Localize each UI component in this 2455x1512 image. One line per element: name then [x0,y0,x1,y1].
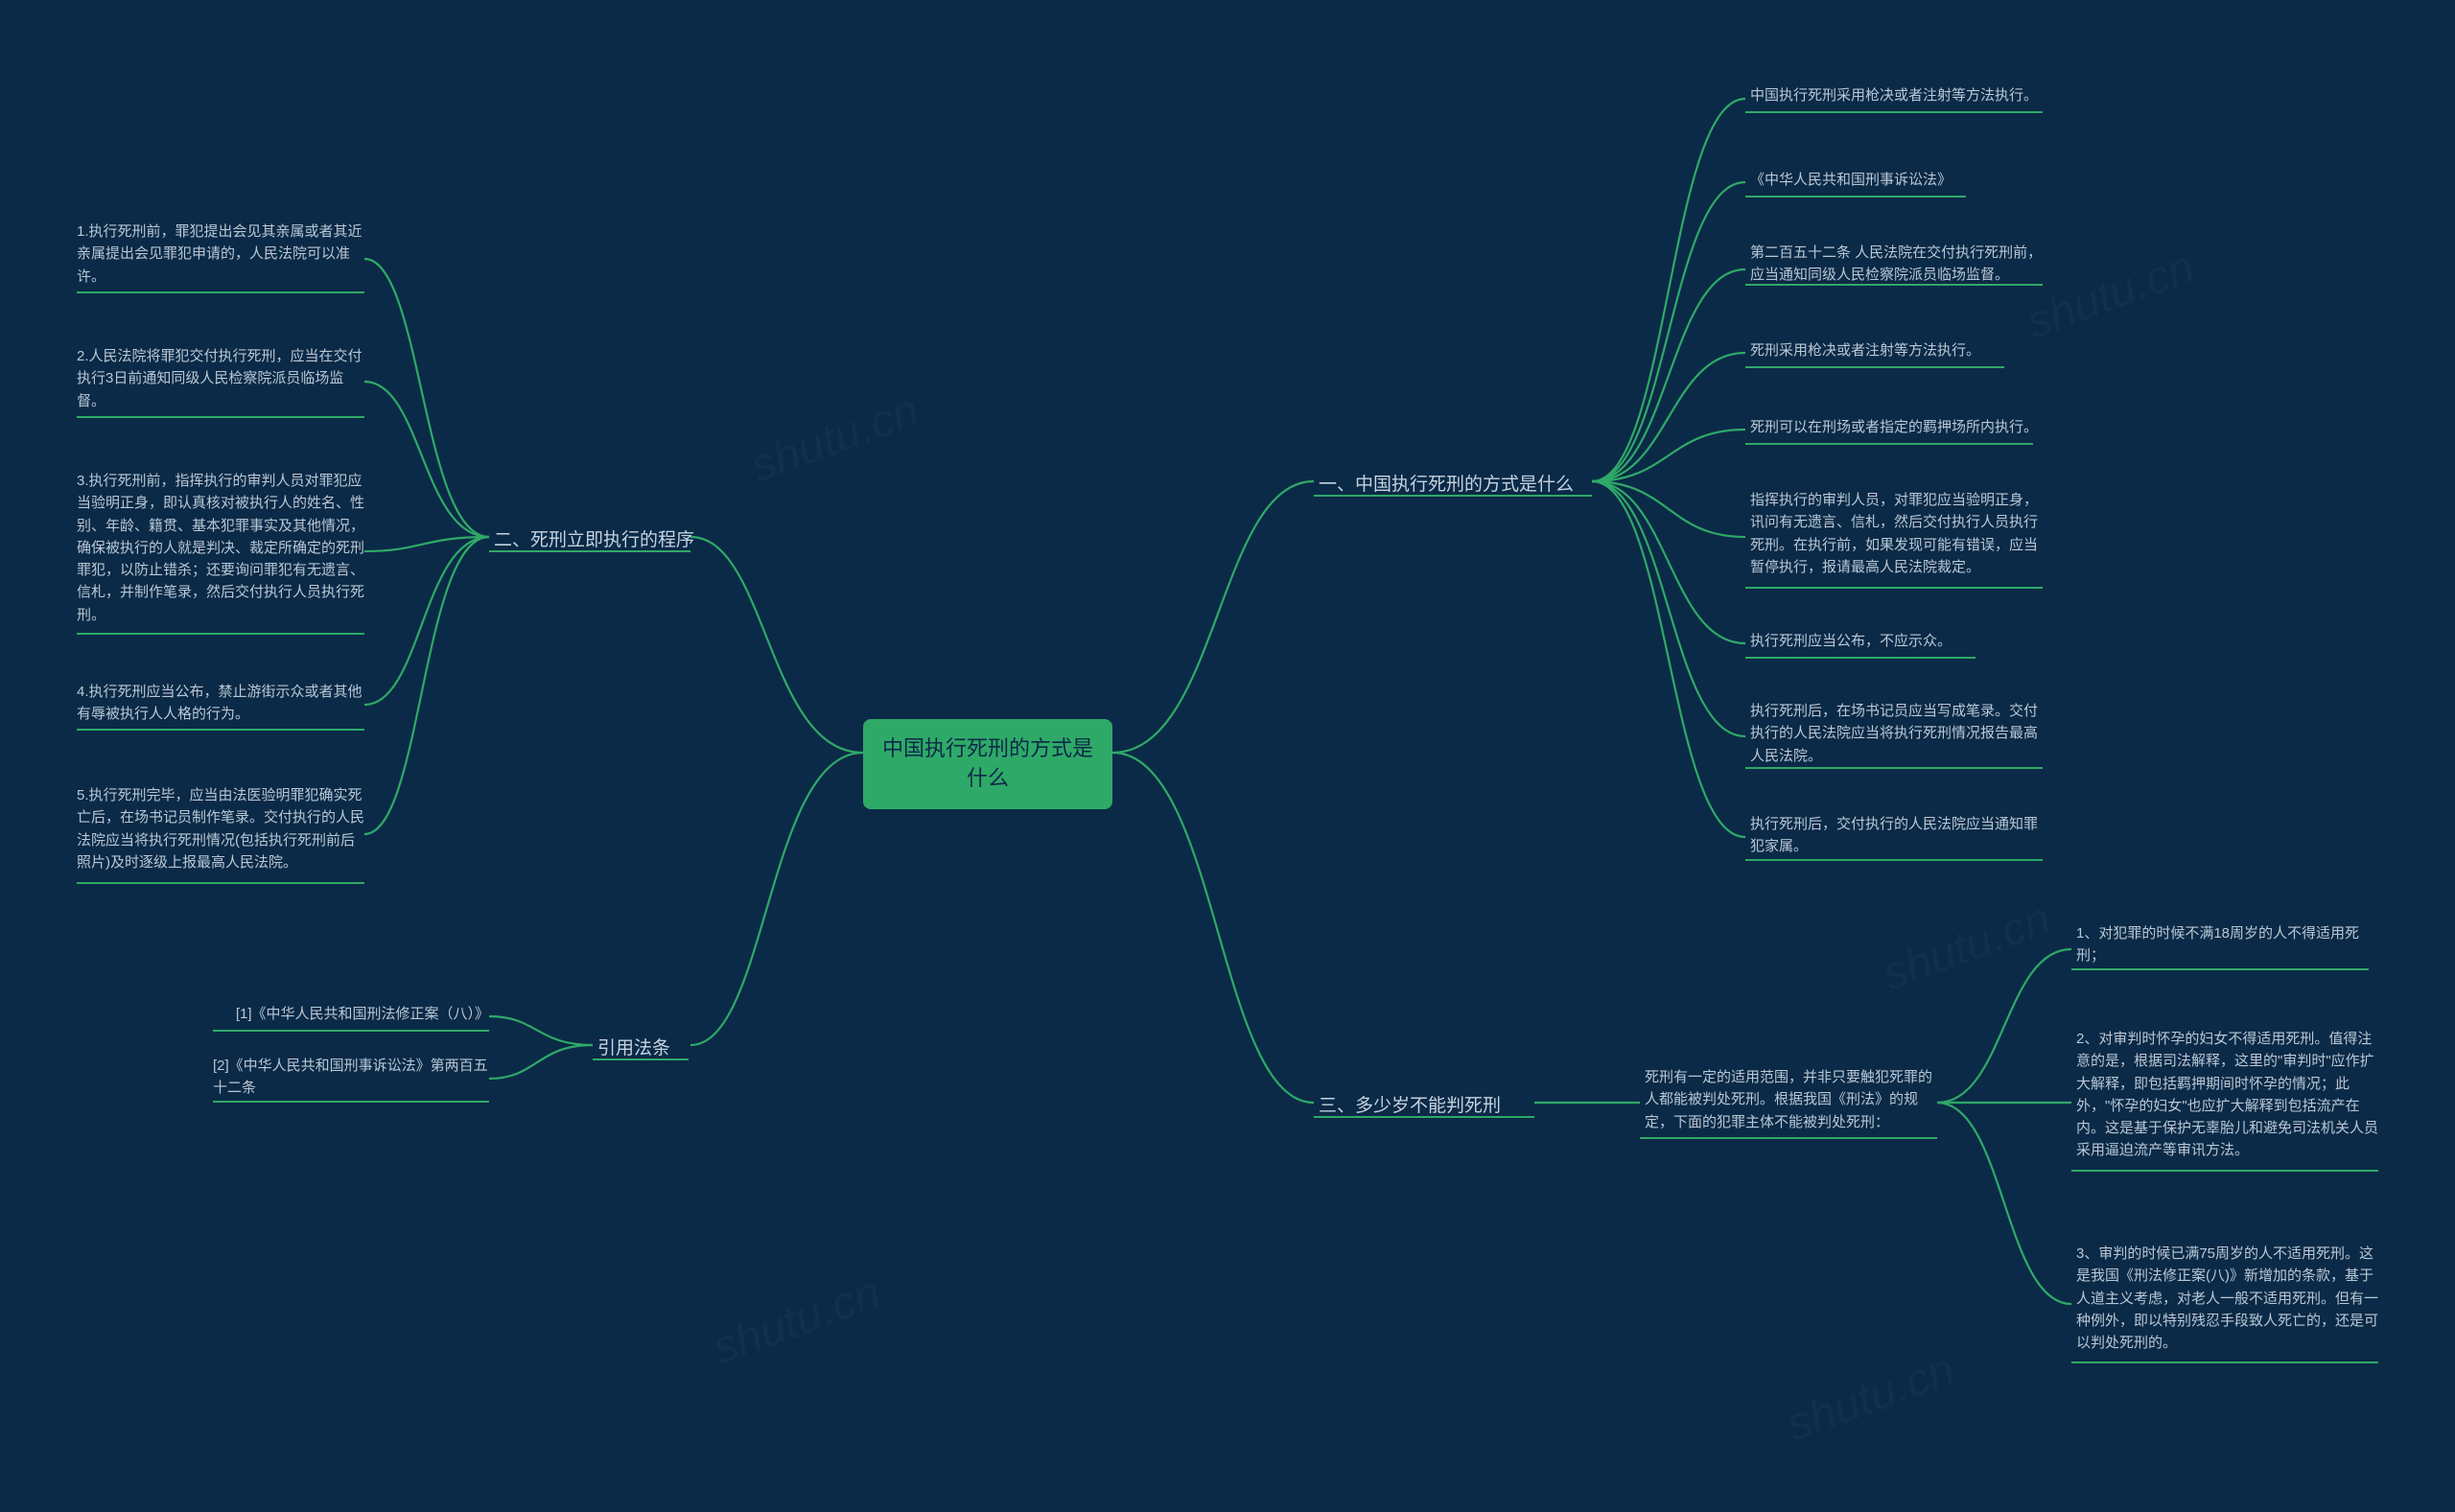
leaf-underline [77,882,364,884]
leaf-underline [77,729,364,731]
leaf: 执行死刑后，交付执行的人民法院应当通知罪犯家属。 [1750,813,2047,858]
leaf: 第二百五十二条 人民法院在交付执行死刑前，应当通知同级人民检察院派员临场监督。 [1750,242,2047,287]
leaf: 死刑采用枪决或者注射等方法执行。 [1750,339,2038,361]
leaf-underline [77,291,364,293]
leaf-underline [2071,1170,2378,1172]
branch-underline [1314,495,1592,497]
leaf-underline [77,416,364,418]
leaf: 2.人民法院将罪犯交付执行死刑，应当在交付执行3日前通知同级人民检察院派员临场监… [77,345,364,412]
leaf: 中国执行死刑采用枪决或者注射等方法执行。 [1750,84,2038,106]
leaf: [2]《中华人民共和国刑事诉讼法》第两百五十二条 [213,1055,489,1100]
leaf-underline [1745,859,2043,861]
leaf: 执行死刑应当公布，不应示众。 [1750,630,2038,652]
leaf-underline [2071,968,2369,970]
watermark: shutu.cn [706,1267,887,1376]
leaf: 5.执行死刑完毕，应当由法医验明罪犯确实死亡后，在场书记员制作笔录。交付执行的人… [77,784,364,873]
leaf-underline [1745,284,2043,286]
leaf-underline [1745,443,2033,445]
leaf-underline [1745,657,1976,659]
leaf-underline [1745,587,2043,589]
leaf: 2、对审判时怀孕的妇女不得适用死刑。值得注意的是，根据司法解释，这里的"审判时"… [2076,1028,2383,1162]
leaf: 指挥执行的审判人员，对罪犯应当验明正身，讯问有无遗言、信札，然后交付执行人员执行… [1750,489,2047,578]
leaf-underline [1745,111,2043,113]
watermark: shutu.cn [1876,893,2057,1002]
branch-underline [489,550,690,552]
leaf-underline [213,1030,489,1032]
leaf-underline [1745,366,2004,368]
center-label: 中国执行死刑的方式是什么 [882,736,1093,790]
leaf: 死刑可以在刑场或者指定的羁押场所内执行。 [1750,416,2038,438]
leaf: 1、对犯罪的时候不满18周岁的人不得适用死刑； [2076,922,2373,967]
watermark: shutu.cn [744,384,925,494]
branch-left-2: 二、死刑立即执行的程序 [494,525,694,551]
leaf: 3、审判的时候已满75周岁的人不适用死刑。这是我国《刑法修正案(八)》新增加的条… [2076,1243,2383,1354]
branch-right-1: 一、中国执行死刑的方式是什么 [1319,470,1574,496]
leaf: 4.执行死刑应当公布，禁止游街示众或者其他有辱被执行人人格的行为。 [77,681,364,726]
sub-underline [1640,1137,1937,1139]
leaf: 执行死刑后，在场书记员应当写成笔录。交付执行的人民法院应当将执行死刑情况报告最高… [1750,700,2047,767]
watermark: shutu.cn [1780,1343,1961,1453]
leaf: 1.执行死刑前，罪犯提出会见其亲属或者其近亲属提出会见罪犯申请的，人民法院可以准… [77,221,364,288]
center-node: 中国执行死刑的方式是什么 [863,719,1112,809]
branch-right-3: 三、多少岁不能判死刑 [1319,1091,1501,1117]
sub-node: 死刑有一定的适用范围，并非只要触犯死罪的人都能被判处死刑。根据我国《刑法》的规定… [1645,1066,1937,1133]
leaf: 《中华人民共和国刑事诉讼法》 [1750,169,2038,191]
branch-underline [593,1058,689,1060]
leaf: 3.执行死刑前，指挥执行的审判人员对罪犯应当验明正身，即认真核对被执行人的姓名、… [77,470,364,626]
leaf-underline [1745,196,1966,198]
leaf-underline [1745,767,2043,769]
branch-underline [1314,1116,1534,1118]
leaf-underline [213,1101,489,1103]
branch-left-cite: 引用法条 [597,1034,670,1059]
leaf-underline [2071,1361,2378,1363]
leaf-underline [77,633,364,635]
leaf: [1]《中华人民共和国刑法修正案（八）》 [213,1003,489,1025]
